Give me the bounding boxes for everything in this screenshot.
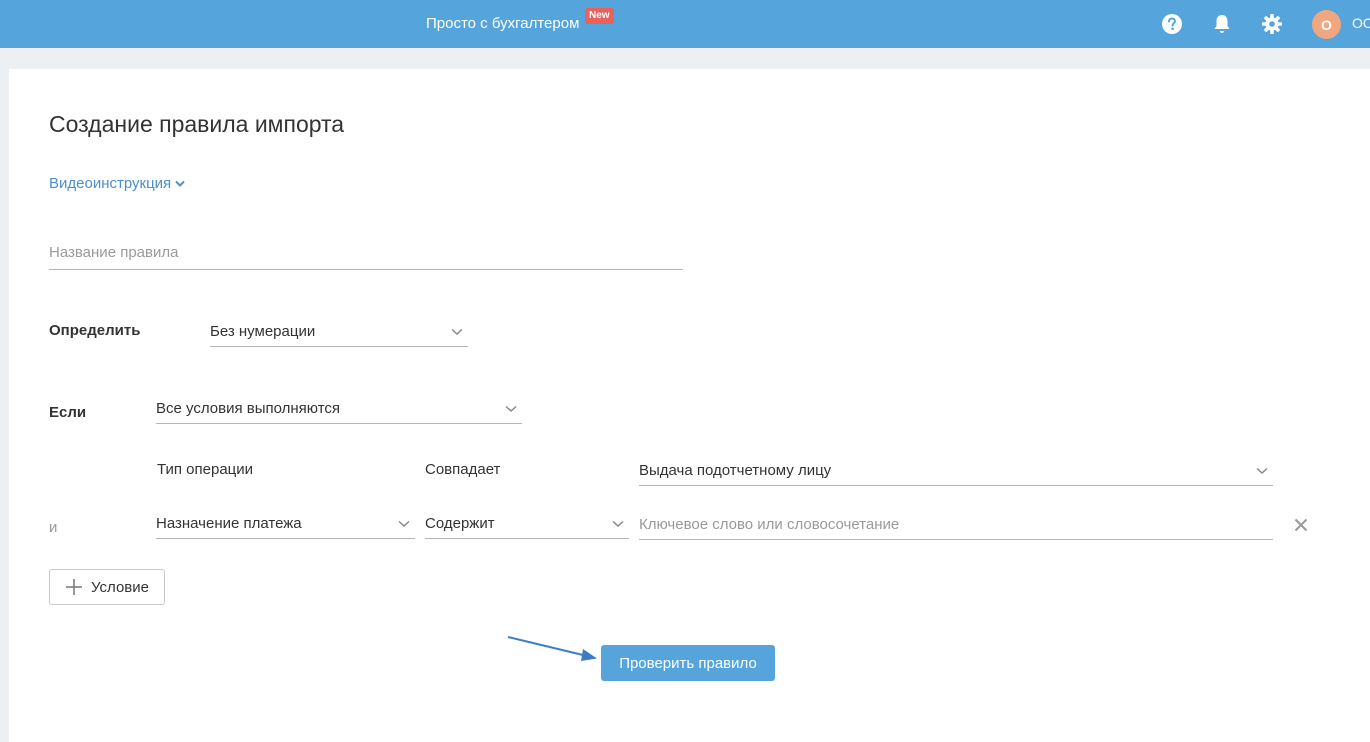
new-badge: New [585, 8, 614, 24]
chevron-down-icon [504, 402, 518, 416]
accountant-link[interactable]: Просто с бухгалтером [426, 15, 579, 32]
remove-condition-icon[interactable] [1292, 516, 1310, 534]
rule-name-input[interactable] [49, 236, 683, 270]
keyword-input[interactable] [639, 509, 1273, 540]
numbering-select[interactable]: Без нумерации [210, 317, 468, 347]
add-condition-button[interactable]: Условие [49, 569, 165, 605]
condition-operator-value: Содержит [425, 515, 495, 532]
condition-field-select[interactable]: Назначение платежа [156, 509, 415, 539]
operation-type-value: Выдача подотчетному лицу [639, 462, 832, 479]
video-instruction-link[interactable]: Видеоинструкция [49, 175, 185, 192]
determine-label: Определить [49, 322, 141, 339]
user-name[interactable]: ОО [1352, 15, 1370, 31]
conditions-mode-select[interactable]: Все условия выполняются [156, 394, 522, 424]
page-title: Создание правила импорта [49, 111, 345, 137]
chevron-down-icon [450, 325, 464, 339]
plus-icon [66, 579, 82, 595]
bell-icon[interactable] [1210, 12, 1234, 36]
operation-type-value-select[interactable]: Выдача подотчетному лицу [639, 456, 1273, 486]
check-rule-button[interactable]: Проверить правило [601, 645, 775, 681]
help-icon[interactable] [1160, 12, 1184, 36]
top-bar: Просто с бухгалтером New О ОО [0, 0, 1370, 48]
condition-field-value: Назначение платежа [156, 515, 302, 532]
if-label: Если [49, 404, 87, 421]
condition-operator-label: Совпадает [425, 461, 501, 478]
and-label: и [49, 519, 58, 536]
add-condition-label: Условие [91, 578, 149, 596]
avatar[interactable]: О [1312, 10, 1341, 39]
annotation-arrow-icon [507, 636, 597, 661]
condition-field-label: Тип операции [157, 461, 254, 478]
chevron-down-icon [397, 517, 411, 531]
chevron-down-icon [1255, 464, 1269, 478]
gear-icon[interactable] [1260, 12, 1284, 36]
conditions-mode-value: Все условия выполняются [156, 400, 341, 417]
condition-operator-select[interactable]: Содержит [425, 509, 629, 539]
chevron-down-icon [175, 180, 185, 187]
chevron-down-icon [611, 517, 625, 531]
video-instruction-label: Видеоинструкция [49, 175, 172, 192]
numbering-select-value: Без нумерации [210, 323, 316, 340]
